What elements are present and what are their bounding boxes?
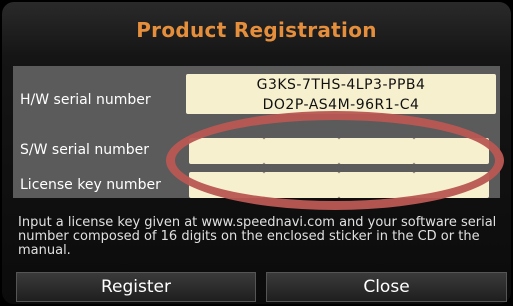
hw-serial-line-1: G3KS-7THS-4LP3-PPB4	[256, 77, 426, 93]
register-button[interactable]: Register	[16, 272, 256, 302]
close-button[interactable]: Close	[266, 272, 507, 302]
hw-serial-display: G3KS-7THS-4LP3-PPB4 DO2P-AS4M-96R1-C4	[186, 74, 496, 114]
sw-serial-label: S/W serial number	[20, 142, 150, 158]
highlight-ellipse	[166, 111, 504, 210]
license-key-label: License key number	[20, 177, 161, 193]
help-text: Input a license key given at www.speedna…	[18, 215, 497, 258]
hw-serial-label: H/W serial number	[20, 92, 151, 108]
dialog-title: Product Registration	[136, 18, 377, 42]
